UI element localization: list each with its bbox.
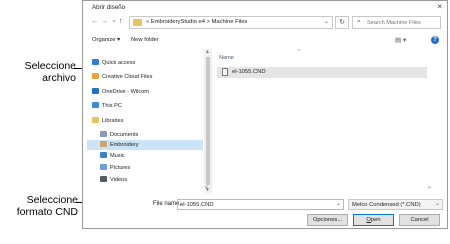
file-type-dropdown-icon[interactable]: ⌄ <box>435 200 440 207</box>
sidebar-item-documents[interactable]: Documents <box>100 130 193 140</box>
scroll-thumb[interactable] <box>206 57 210 185</box>
help-icon[interactable]: ? <box>431 36 439 44</box>
forward-arrow-icon[interactable]: → <box>101 18 108 25</box>
sidebar-item-label: Libraries <box>102 118 124 124</box>
dialog-footer: File name: el-1055.CND ⌄ Melco Condensed… <box>83 197 447 230</box>
up-arrow-icon[interactable]: ↑ <box>119 18 123 25</box>
embroidery-icon <box>100 141 107 147</box>
close-icon[interactable]: × <box>437 2 442 11</box>
recent-locations-icon[interactable]: ⌄ <box>111 16 117 24</box>
sidebar-item-onedrive-wilcom[interactable]: OneDrive - Wilcom <box>92 87 193 97</box>
options-button[interactable]: Opciones... <box>307 214 348 226</box>
search-icon: ⌕ <box>357 18 361 25</box>
cancel-button[interactable]: Cancel <box>399 214 440 226</box>
view-options-icon[interactable]: ▤ ▾ <box>395 36 406 44</box>
open-design-dialog: Abrir diseño × ← → ⌄ ↑ « EmbroideryStudi… <box>82 0 448 229</box>
computer-icon <box>92 102 99 108</box>
sidebar-item-label: OneDrive - Wilcom <box>102 89 149 95</box>
scroll-left-icon[interactable]: < <box>205 185 208 191</box>
file-list: ^ Name el-1055.CND <box>214 49 438 187</box>
sidebar-item-embroidery[interactable]: Embroidery <box>87 140 203 150</box>
back-arrow-icon[interactable]: ← <box>91 18 98 25</box>
column-header-name[interactable]: Name <box>219 55 234 61</box>
organize-button[interactable]: Organize ▾ <box>92 37 120 43</box>
open-button[interactable]: Open <box>353 214 394 226</box>
sidebar-item-label: Creative Cloud Files <box>102 74 153 80</box>
file-row[interactable]: el-1055.CND <box>217 67 427 78</box>
documents-icon <box>100 131 107 137</box>
callout-select-file-line2: archivo <box>42 72 76 84</box>
folder-icon <box>133 19 142 26</box>
sidebar-item-creative-cloud-files[interactable]: Creative Cloud Files <box>92 72 193 82</box>
breadcrumb[interactable]: « EmbroideryStudio e4 > Machine Files <box>146 19 247 25</box>
file-horizontal-scrollbar[interactable]: < > <box>201 185 445 193</box>
screenshot: Seleccione archivo Seleccione formato CN… <box>0 0 450 244</box>
address-row: ← → ⌄ ↑ « EmbroideryStudio e4 > Machine … <box>83 14 447 31</box>
creative-cloud-icon <box>92 73 99 79</box>
sidebar-item-label: Videos <box>110 177 128 183</box>
refresh-button[interactable]: ↻ <box>335 16 349 29</box>
sidebar-item-label: Quick access <box>102 60 136 66</box>
new-folder-button[interactable]: New folder <box>131 37 159 43</box>
libraries-icon <box>92 117 99 123</box>
callout-select-format: Seleccione formato CND <box>6 194 78 218</box>
navigation-pane: Quick access Creative Cloud Files OneDrive… <box>83 49 203 193</box>
callout-select-file: Seleccione archivo <box>18 60 76 84</box>
sidebar-item-music[interactable]: Music <box>100 151 193 161</box>
file-type-select[interactable]: Melco Condensed (*.CND) ⌄ <box>348 199 443 210</box>
pictures-icon <box>100 164 107 170</box>
callout-select-format-line2: formato CND <box>16 206 78 218</box>
sidebar-item-label: Pictures <box>110 165 131 171</box>
onedrive-icon <box>92 88 99 94</box>
address-bar[interactable]: « EmbroideryStudio e4 > Machine Files ⌄ <box>129 16 333 29</box>
scroll-right-icon[interactable]: > <box>428 185 431 191</box>
title-bar: Abrir diseño × <box>83 1 447 13</box>
sidebar-item-videos[interactable]: Videos <box>100 175 193 185</box>
scroll-up-icon[interactable]: ▲ <box>205 49 210 55</box>
sidebar-item-pictures[interactable]: Pictures <box>100 163 193 173</box>
filename-dropdown-icon[interactable]: ⌄ <box>336 200 341 207</box>
sidebar-item-libraries[interactable]: Libraries <box>92 116 193 126</box>
music-icon <box>100 152 107 158</box>
file-type-value: Melco Condensed (*.CND) <box>352 201 421 208</box>
callout-select-file-line1: Seleccione <box>24 60 76 72</box>
videos-icon <box>100 176 107 182</box>
sort-arrow-icon: ^ <box>298 49 301 55</box>
filename-field[interactable]: el-1055.CND ⌄ <box>177 199 344 210</box>
search-input[interactable] <box>367 18 439 28</box>
address-dropdown-icon[interactable]: ⌄ <box>324 18 329 25</box>
file-name: el-1055.CND <box>232 69 266 75</box>
sidebar-item-label: Embroidery <box>110 142 139 148</box>
sidebar-item-quick-access[interactable]: Quick access <box>92 58 193 68</box>
sidebar-item-this-pc[interactable]: This PC <box>92 101 193 111</box>
file-icon <box>222 68 228 76</box>
command-bar: Organize ▾ New folder ▤ ▾ ? <box>83 35 447 47</box>
star-icon <box>92 59 99 65</box>
callout-select-format-line1: Seleccione <box>26 194 78 206</box>
sidebar-item-label: Music <box>110 153 125 159</box>
sidebar-item-label: Documents <box>110 132 139 138</box>
sidebar-item-label: This PC <box>102 103 122 109</box>
dialog-title: Abrir diseño <box>92 4 126 11</box>
filename-value: el-1055.CND <box>180 201 214 208</box>
nav-vertical-scrollbar[interactable]: ▲ ▼ <box>204 49 212 193</box>
search-box[interactable]: ⌕ <box>352 16 441 29</box>
